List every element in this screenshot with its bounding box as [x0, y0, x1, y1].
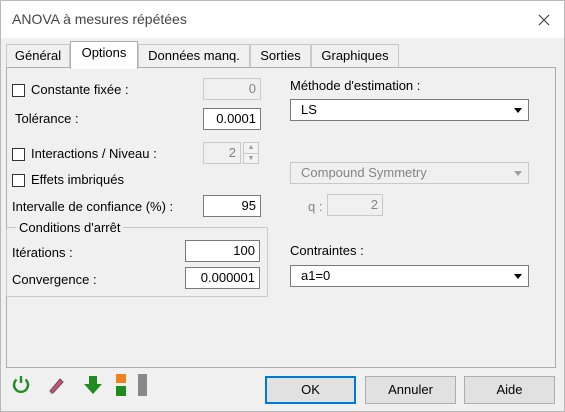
tolerance-input[interactable]: 0.0001: [203, 108, 261, 130]
tolerance-label: Tolérance :: [15, 111, 79, 126]
convergence-label: Convergence :: [12, 272, 97, 287]
contraintes-select[interactable]: a1=0: [290, 265, 529, 287]
q-input[interactable]: 2: [327, 194, 383, 216]
tab-options[interactable]: Options: [70, 41, 138, 69]
chevron-down-icon[interactable]: [510, 102, 526, 118]
ok-button[interactable]: OK: [265, 376, 356, 404]
annuler-button[interactable]: Annuler: [365, 376, 456, 404]
conditions-arret-legend: Conditions d'arrêt: [16, 220, 124, 235]
layout-toggle-icon[interactable]: [114, 373, 150, 397]
tab-label: Options: [81, 45, 127, 60]
refresh-icon[interactable]: [9, 373, 33, 397]
covariance-value: Compound Symmetry: [301, 165, 427, 180]
chevron-down-icon[interactable]: [510, 268, 526, 284]
close-icon[interactable]: [531, 7, 557, 33]
convergence-input[interactable]: 0.000001: [185, 267, 260, 289]
interactions-checkbox[interactable]: [12, 148, 25, 161]
chevron-down-icon[interactable]: [510, 165, 526, 181]
stepper-up-icon[interactable]: ▲: [244, 143, 258, 154]
tab-sorties[interactable]: Sorties: [250, 44, 311, 67]
dialog-window: ANOVA à mesures répétées Général Options…: [0, 0, 565, 412]
intervalle-label: Intervalle de confiance (%) :: [12, 199, 174, 214]
constante-label: Constante fixée :: [31, 82, 129, 97]
contraintes-value: a1=0: [301, 268, 331, 283]
interactions-stepper[interactable]: ▲ ▼: [243, 142, 259, 164]
tab-label: Graphiques: [321, 48, 389, 63]
methode-value: LS: [301, 102, 317, 117]
q-label: q :: [308, 199, 323, 214]
covariance-select[interactable]: Compound Symmetry: [290, 162, 529, 184]
iterations-label: Itérations :: [12, 245, 73, 260]
tab-general[interactable]: Général: [6, 44, 70, 67]
options-panel: Constante fixée : 0 Tolérance : 0.0001 I…: [6, 67, 556, 368]
stepper-down-icon[interactable]: ▼: [244, 154, 258, 164]
tab-label: Sorties: [260, 48, 301, 63]
title-bar: ANOVA à mesures répétées: [1, 1, 564, 38]
interactions-input[interactable]: 2: [203, 142, 241, 164]
eraser-icon[interactable]: [44, 373, 68, 397]
methode-label: Méthode d'estimation :: [290, 78, 421, 93]
tab-label: Données manq.: [148, 48, 240, 63]
interactions-label: Interactions / Niveau :: [31, 146, 157, 161]
intervalle-input[interactable]: 95: [203, 195, 261, 217]
tab-donnees-manquantes[interactable]: Données manq.: [138, 44, 250, 67]
methode-select[interactable]: LS: [290, 99, 529, 121]
constante-input[interactable]: 0: [203, 78, 261, 100]
window-title: ANOVA à mesures répétées: [12, 11, 187, 27]
contraintes-label: Contraintes :: [290, 243, 364, 258]
tab-graphiques[interactable]: Graphiques: [311, 44, 399, 67]
tab-label: Général: [14, 48, 62, 63]
effets-imbriques-checkbox[interactable]: [12, 174, 25, 187]
iterations-input[interactable]: 100: [185, 240, 260, 262]
aide-button[interactable]: Aide: [464, 376, 555, 404]
effets-imbriques-label: Effets imbriqués: [31, 172, 124, 187]
arrow-down-icon[interactable]: [81, 373, 105, 397]
constante-checkbox[interactable]: [12, 84, 25, 97]
